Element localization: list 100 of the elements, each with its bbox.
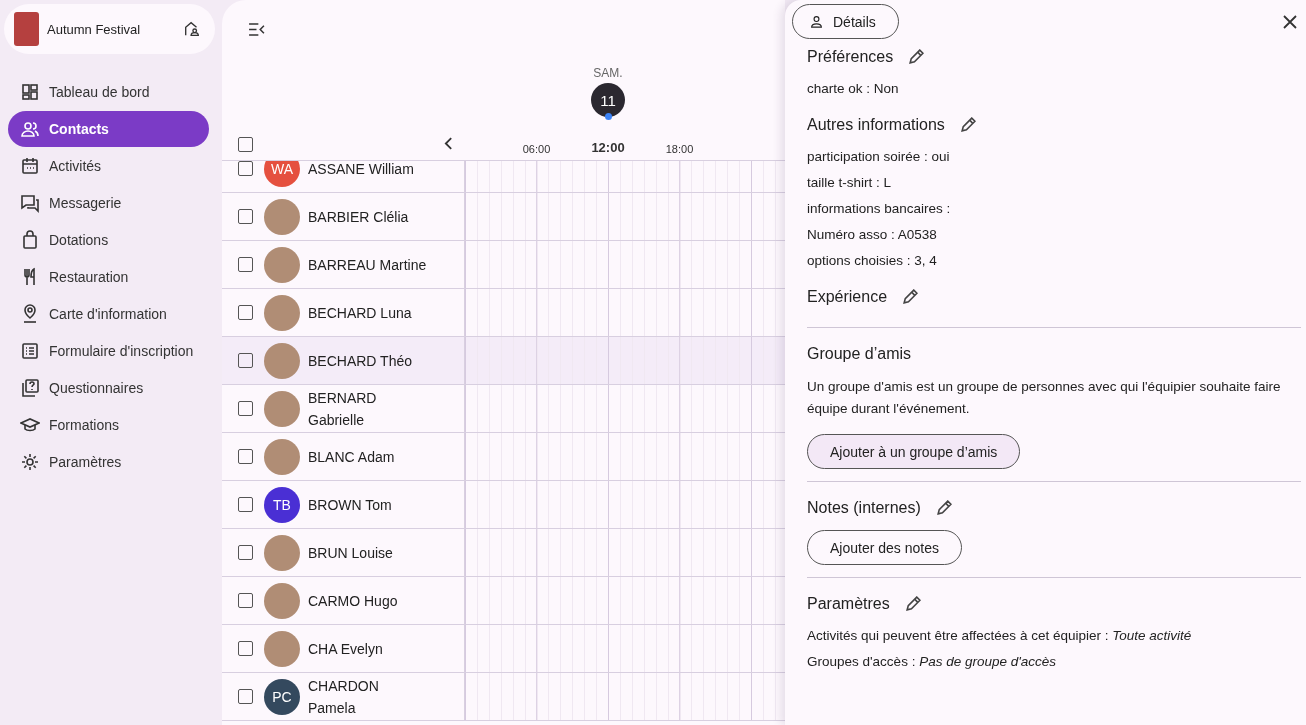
nav-item[interactable]: Carte d'information (8, 296, 209, 332)
dashboard-grid-icon (20, 82, 40, 102)
nav-item[interactable]: Messagerie (8, 185, 209, 221)
row-checkbox[interactable] (238, 161, 253, 176)
list-form-icon (20, 341, 40, 361)
edit-pencil-icon[interactable] (934, 499, 952, 517)
photo-placeholder (264, 342, 300, 379)
field-text: informations bancaires : (807, 201, 952, 216)
event-name: Autumn Festival (47, 21, 142, 37)
chevron-left-icon[interactable] (444, 136, 453, 150)
nav-item[interactable]: Questionnaires (8, 370, 209, 406)
field-text: Numéro asso : A0538 (807, 227, 938, 242)
initials-avatar: WA (264, 161, 300, 187)
field-text: participation soirée : oui (807, 149, 951, 164)
row-checkbox[interactable] (238, 593, 253, 608)
section-title: Paramètres (807, 595, 890, 613)
row-checkbox[interactable] (238, 641, 253, 656)
home-user-icon[interactable] (183, 20, 201, 38)
nav-item[interactable]: Contacts (8, 111, 209, 147)
row-checkbox[interactable] (238, 689, 253, 704)
nav-item[interactable]: Activités (8, 148, 209, 184)
nav-item[interactable]: Paramètres (8, 444, 209, 480)
settings-icon (20, 452, 40, 472)
row-checkbox[interactable] (238, 545, 253, 560)
photo-placeholder (264, 534, 300, 571)
field-text: taille t-shirt : L (807, 175, 893, 190)
contact-name[interactable]: BARBIER Clélia (308, 205, 409, 228)
hour-label: 06:00 (522, 143, 551, 155)
contact-row[interactable]: PC CHARDON Pamela (222, 673, 785, 721)
collapse-menu-icon[interactable] (248, 22, 265, 36)
contact-name[interactable]: CHA Evelyn (308, 637, 383, 660)
contact-row[interactable]: BARBIER Clélia (222, 193, 785, 241)
photo-placeholder (264, 246, 300, 283)
contact-name[interactable]: BLANC Adam (308, 445, 395, 468)
chat-bubbles-icon (20, 193, 40, 213)
row-checkbox[interactable] (238, 257, 253, 272)
section-title: Autres informations (807, 116, 945, 134)
contact-row[interactable]: BLANC Adam (222, 433, 785, 481)
edit-pencil-icon[interactable] (907, 48, 925, 66)
photo-placeholder (264, 582, 300, 619)
contact-row[interactable]: BECHARD Théo (222, 337, 785, 385)
people-icon (20, 119, 40, 139)
contact-row[interactable]: WA ASSANE William (222, 161, 785, 193)
photo-placeholder (264, 438, 300, 475)
row-checkbox[interactable] (238, 209, 253, 224)
section-title: Notes (internes) (807, 499, 921, 517)
contact-row[interactable]: BECHARD Luna (222, 289, 785, 337)
photo-placeholder (264, 390, 300, 427)
today-dot (604, 113, 612, 120)
contact-row[interactable]: TB BROWN Tom (222, 481, 785, 529)
photo-placeholder (264, 630, 300, 667)
initials-avatar: TB (264, 486, 300, 523)
person-icon (810, 15, 823, 28)
photo-placeholder (264, 294, 300, 331)
contact-name[interactable]: BECHARD Luna (308, 301, 412, 324)
contact-name[interactable]: BERNARD Gabrielle (308, 386, 430, 431)
contact-row[interactable]: BRUN Louise (222, 529, 785, 577)
contact-row[interactable]: BARREAU Martine (222, 241, 785, 289)
section-title: Groupe d’amis (807, 345, 912, 363)
select-all-checkbox[interactable] (238, 136, 253, 152)
edit-pencil-icon[interactable] (901, 288, 919, 306)
contact-row[interactable]: CHA Evelyn (222, 625, 785, 673)
close-icon[interactable] (1283, 14, 1297, 29)
hour-label: 18:00 (665, 143, 694, 155)
row-checkbox[interactable] (238, 401, 253, 416)
row-checkbox[interactable] (238, 305, 253, 320)
nav-item[interactable]: Restauration (8, 259, 209, 295)
photo-placeholder (264, 198, 300, 235)
edit-pencil-icon[interactable] (903, 595, 921, 613)
hour-label: 12:00 (591, 140, 625, 155)
contact-row[interactable]: CARMO Hugo (222, 577, 785, 625)
contact-name[interactable]: BROWN Tom (308, 493, 392, 516)
section-description: Un groupe d'amis est un groupe de personnes avec qui l'équipier souhaite faire équipe durant l'événement. (807, 378, 1282, 418)
question-card-icon (20, 378, 40, 398)
contact-name[interactable]: BARREAU Martine (308, 253, 427, 276)
edit-pencil-icon[interactable] (958, 116, 976, 134)
initials-avatar: PC (264, 678, 300, 715)
calendar-icon (20, 156, 40, 176)
section-title: Préférences (807, 48, 894, 66)
field-text: Groupes d'accès : Pas de groupe d'accès (807, 654, 1058, 669)
contact-name[interactable]: BECHARD Théo (308, 349, 412, 372)
nav-item[interactable]: Formations (8, 407, 209, 443)
field-text: charte ok : Non (807, 81, 900, 96)
contact-name[interactable]: CHARDON Pamela (308, 674, 430, 719)
nav-item[interactable]: Formulaire d'inscription (8, 333, 209, 369)
field-text: options choisies : 3, 4 (807, 253, 938, 268)
row-checkbox[interactable] (238, 353, 253, 368)
nav-item[interactable]: Tableau de bord (8, 74, 209, 110)
nav-item[interactable]: Dotations (8, 222, 209, 258)
contact-name[interactable]: BRUN Louise (308, 541, 393, 564)
event-logo-placeholder (14, 12, 39, 46)
row-checkbox[interactable] (238, 497, 253, 512)
contact-name[interactable]: ASSANE William (308, 161, 414, 180)
add-friends-group-button[interactable]: Ajouter à un groupe d’amis (807, 434, 1021, 469)
date-badge[interactable]: 11 (591, 83, 625, 117)
day-label: SAM. (593, 66, 623, 80)
row-checkbox[interactable] (238, 449, 253, 464)
contact-row[interactable]: BERNARD Gabrielle (222, 385, 785, 433)
contact-name[interactable]: CARMO Hugo (308, 589, 398, 612)
field-text: Activités qui peuvent être affectées à cet équipier : Toute activité (807, 628, 1193, 643)
